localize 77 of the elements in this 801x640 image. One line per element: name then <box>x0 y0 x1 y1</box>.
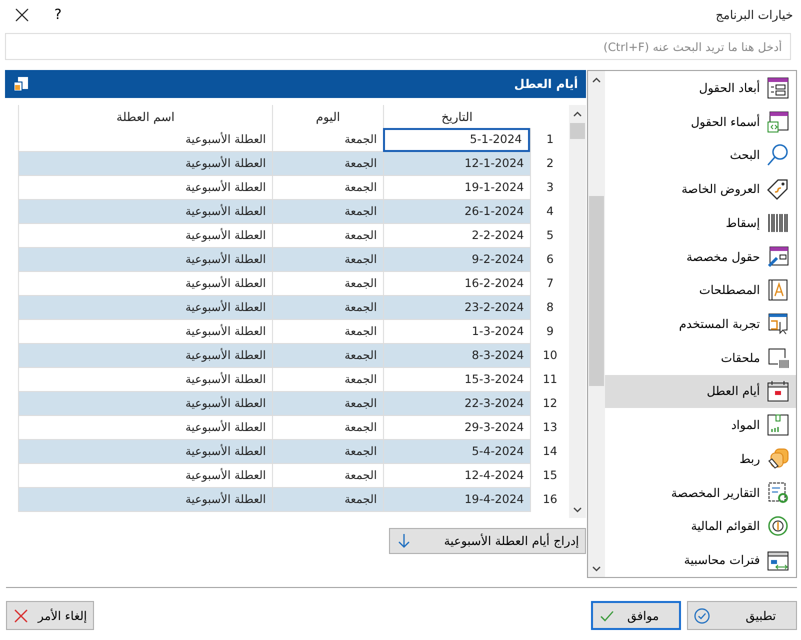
table-cell: العطلة الأسبوعية <box>18 200 272 224</box>
table-cell: 12-1-2024 <box>383 152 530 176</box>
table-cell: العطلة الأسبوعية <box>18 440 272 464</box>
fields-layout-icon <box>766 76 790 100</box>
scrollbar[interactable] <box>588 71 605 577</box>
table-cell: الجمعة <box>272 296 383 320</box>
row-number: 2 <box>530 152 569 176</box>
check-circle-icon <box>694 608 710 624</box>
sidebar-item[interactable]: البحث <box>605 138 796 172</box>
table-cell: الجمعة <box>272 248 383 272</box>
window-title: خيارات البرنامج <box>716 7 793 24</box>
table-cell: 22-3-2024 <box>383 392 530 416</box>
row-number: 8 <box>530 296 569 320</box>
table-cell: 5-4-2024 <box>383 440 530 464</box>
tag-icon <box>766 177 790 202</box>
help-button[interactable]: ? <box>40 1 76 29</box>
sidebar-item[interactable]: المواد <box>605 408 796 442</box>
close-icon <box>13 608 29 624</box>
column-header[interactable]: اسم العطلة <box>18 105 272 128</box>
row-number: 10 <box>530 344 569 368</box>
sidebar-item[interactable]: أبعاد الحقول <box>605 71 796 105</box>
letter-book-icon <box>766 278 790 302</box>
sidebar-item[interactable]: أسماء الحقول <box>605 104 796 138</box>
down-arrow-icon <box>398 533 410 549</box>
sidebar-item[interactable]: أيام العطل <box>605 374 796 408</box>
table-cell: العطلة الأسبوعية <box>18 248 272 272</box>
column-header[interactable]: التاريخ <box>383 105 530 128</box>
row-number: 4 <box>530 200 569 224</box>
sidebar-item[interactable]: حقول مخصصة <box>605 240 796 274</box>
table-cell: الجمعة <box>272 344 383 368</box>
row-number: 6 <box>530 248 569 272</box>
scroll-thumb[interactable] <box>570 123 585 139</box>
table-cell: الجمعة <box>272 152 383 176</box>
ok-button[interactable]: موافق <box>591 601 681 630</box>
table-cell: 8-3-2024 <box>383 344 530 368</box>
cancel-button[interactable]: إلغاء الأمر <box>6 601 94 630</box>
sidebar-item[interactable]: تجربة المستخدم <box>605 307 796 341</box>
scrollbar[interactable] <box>569 105 586 518</box>
scroll-thumb[interactable] <box>589 196 604 386</box>
sidebar-item[interactable]: العروض الخاصة <box>605 172 796 206</box>
search-icon <box>766 143 790 168</box>
cursor-window-icon <box>766 312 790 336</box>
insert-weekly-holidays-button[interactable]: إدراج أيام العطلة الأسبوعية <box>389 528 586 554</box>
table-cell: 5-1-2024 <box>383 128 530 152</box>
column-header[interactable]: اليوم <box>272 105 383 128</box>
row-number: 12 <box>530 392 569 416</box>
sidebar-item[interactable]: القوائم المالية <box>605 510 796 544</box>
sidebar-item[interactable]: فترات محاسبية <box>605 543 796 578</box>
calendar-icon <box>766 379 790 404</box>
code-form-icon <box>766 110 790 134</box>
table-cell: 9-2-2024 <box>383 248 530 272</box>
table-cell: الجمعة <box>272 488 383 512</box>
table-cell: العطلة الأسبوعية <box>18 488 272 512</box>
apply-button[interactable]: تطبيق <box>687 601 797 630</box>
table-cell: العطلة الأسبوعية <box>18 152 272 176</box>
table-cell: 26-1-2024 <box>383 200 530 224</box>
table-cell: العطلة الأسبوعية <box>18 296 272 320</box>
table-cell: الجمعة <box>272 200 383 224</box>
sidebar-item[interactable]: ملحقات <box>605 340 796 375</box>
copy-icon[interactable] <box>13 76 29 92</box>
table-cell: العطلة الأسبوعية <box>18 344 272 368</box>
barcode-window-icon <box>766 346 790 370</box>
table-cell: الجمعة <box>272 440 383 464</box>
row-number: 16 <box>530 488 569 512</box>
sidebar-item[interactable]: المصطلحات <box>605 273 796 308</box>
sidebar-item[interactable]: التقارير المخصصة <box>605 476 796 510</box>
row-number: 14 <box>530 440 569 464</box>
table-cell: الجمعة <box>272 392 383 416</box>
table-cell: العطلة الأسبوعية <box>18 392 272 416</box>
close-icon <box>15 8 29 22</box>
table-cell: 19-4-2024 <box>383 488 530 512</box>
wrench-form-icon <box>766 244 790 269</box>
sidebar-item[interactable]: ربط <box>605 442 796 476</box>
box-chart-icon <box>766 413 790 438</box>
table-cell: 23-2-2024 <box>383 296 530 320</box>
sidebar-item[interactable]: إسقاط <box>605 206 796 240</box>
panel-title: أيام العطل <box>514 75 578 93</box>
